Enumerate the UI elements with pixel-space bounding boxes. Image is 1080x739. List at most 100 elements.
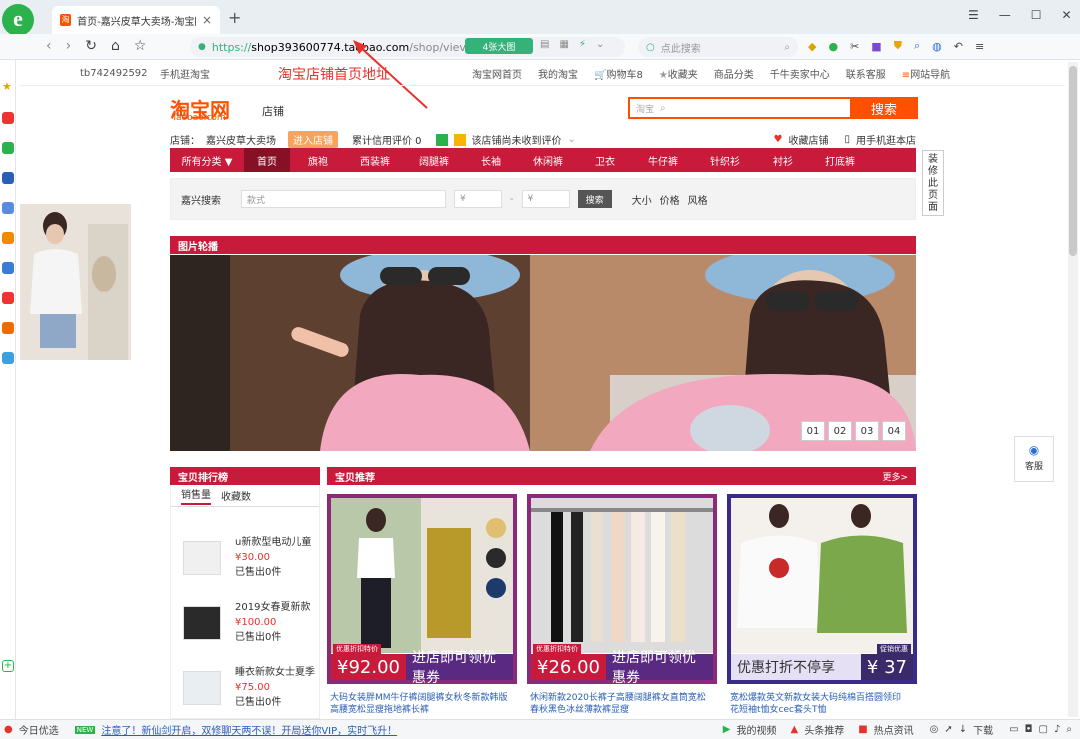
cat-leggings[interactable]: 打底裤 (810, 148, 870, 172)
sort-size[interactable]: 大小 (632, 192, 652, 207)
home-icon[interactable]: ⌂ (111, 38, 120, 54)
menu-icon[interactable]: ☰ (968, 8, 979, 22)
carousel-page-4[interactable]: 04 (882, 421, 906, 441)
nav-seller-link[interactable]: 千牛卖家中心 (770, 66, 830, 81)
banner-carousel[interactable]: 01 02 03 04 (170, 255, 916, 451)
cat-knitwear[interactable]: 针织衫 (694, 148, 756, 172)
price-max-input[interactable]: ¥ (521, 190, 570, 208)
shop-name[interactable]: 嘉兴皮草大卖场 (206, 132, 276, 147)
username-link[interactable]: tb742492592 (80, 68, 148, 79)
product-desc[interactable]: 休闲新款2020长裤子高腰阔腿裤女直筒宽松 春秋黑色冰丝薄款裤显瘦 (530, 692, 720, 716)
search-icon[interactable]: ⌕ (784, 42, 790, 53)
video-icon[interactable] (2, 292, 14, 304)
app-icon[interactable] (2, 322, 14, 334)
ranking-item[interactable]: u新款型电动儿童 ¥30.00 已售出0件 (183, 535, 311, 580)
scrollbar-thumb[interactable] (1069, 66, 1077, 256)
nav-cart-link[interactable]: 🛒购物车8 (594, 66, 643, 81)
daily-pick-link[interactable]: 今日优选 (19, 722, 59, 737)
scissors-icon[interactable]: ✂ (850, 40, 859, 53)
enter-shop-button[interactable]: 进入店铺 (288, 131, 338, 148)
nav-mytaobao-link[interactable]: 我的淘宝 (538, 66, 578, 81)
tool-icon[interactable] (2, 352, 14, 364)
browser-search-field[interactable]: ○ 点此搜索 ⌕ (638, 37, 798, 57)
cat-jeans[interactable]: 牛仔裤 (632, 148, 694, 172)
product-desc[interactable]: 大码女装胖MM牛仔裤阔腿裤女秋冬新款韩版 高腰宽松显瘦拖地裤长裤 (330, 692, 520, 716)
back-icon[interactable]: ‹ (46, 38, 52, 54)
product-card[interactable]: ¥92.00 进店即可领优惠券 优惠折扣特价 (327, 494, 517, 686)
grid-icon[interactable]: ▦ (559, 39, 568, 50)
search-scope[interactable]: 淘宝 (636, 102, 654, 115)
carousel-page-3[interactable]: 03 (855, 421, 879, 441)
ranking-item-name[interactable]: 2019女春夏新款 (235, 600, 310, 615)
tab-sales[interactable]: 销售量 (181, 486, 211, 505)
bolt-icon[interactable]: ⚡ (579, 39, 586, 50)
add-app-icon[interactable]: + (2, 660, 14, 672)
customer-service-button[interactable]: ◉ 客服 (1014, 436, 1054, 482)
extension-icon[interactable]: ◆ (808, 40, 816, 53)
cat-shirt[interactable]: 衬衫 (756, 148, 810, 172)
maximize-button[interactable]: ☐ (1031, 8, 1042, 22)
cat-wide-pants[interactable]: 阔腿裤 (404, 148, 464, 172)
cat-suit-pants[interactable]: 西装裤 (346, 148, 404, 172)
cat-long-sleeve[interactable]: 长袖 (464, 148, 518, 172)
sort-price[interactable]: 价格 (660, 192, 680, 207)
price-min-input[interactable]: ¥ (454, 190, 502, 208)
print-icon[interactable]: ▭ (1009, 724, 1018, 735)
download-link[interactable]: 下载 (973, 722, 993, 737)
hot-news-link[interactable]: 热点资讯 (874, 722, 914, 737)
product-desc[interactable]: 宽松爆款英文新款女装大码纯棉百搭圆领印 花短袖t恤女cec套头T恤 (730, 692, 920, 716)
shop-search-button[interactable]: 搜索 (850, 97, 918, 119)
camera-icon[interactable]: ◘ (1025, 724, 1033, 735)
ranking-item-name[interactable]: 睡衣新款女士夏季 (235, 665, 315, 680)
zoom-icon[interactable]: ⌕ (1066, 724, 1072, 735)
headline-link[interactable]: 头条推荐 (804, 722, 844, 737)
cat-home[interactable]: 首页 (244, 148, 290, 172)
image-badge-button[interactable]: 4张大图 (465, 38, 533, 54)
status-notice[interactable]: 注意了！新仙剑开启，双修聊天两不误！开局送你VIP，实时飞升！ (101, 722, 397, 737)
rocket-icon[interactable]: ➚ (944, 724, 952, 735)
forward-icon[interactable]: › (66, 38, 72, 54)
window-icon[interactable]: ▢ (1039, 724, 1048, 735)
carousel-page-1[interactable]: 01 (801, 421, 825, 441)
magnifier-icon[interactable]: ⌕ (914, 39, 920, 53)
my-video-link[interactable]: 我的视频 (737, 722, 777, 737)
ranking-item-name[interactable]: u新款型电动儿童 (235, 535, 311, 550)
sort-style[interactable]: 风格 (688, 192, 708, 207)
game-icon[interactable] (2, 262, 14, 274)
tab-favorites[interactable]: 收藏数 (221, 488, 251, 503)
extension-purple-icon[interactable]: ■ (871, 40, 881, 53)
news-icon[interactable] (2, 172, 14, 184)
product-thumbnail[interactable] (183, 605, 221, 640)
nav-home-link[interactable]: 淘宝网首页 (472, 66, 522, 81)
new-tab-button[interactable]: + (228, 8, 241, 27)
product-thumbnail[interactable] (183, 670, 221, 705)
close-tab-icon[interactable]: × (202, 13, 212, 27)
nav-sitemap-link[interactable]: ≡网站导航 (902, 66, 950, 81)
sound-icon[interactable]: ♪ (1054, 724, 1060, 735)
shop-icon[interactable] (2, 232, 14, 244)
minimize-button[interactable]: — (999, 8, 1011, 22)
favorite-shop-link[interactable]: 收藏店铺 (788, 132, 828, 147)
nav-category-link[interactable]: 商品分类 (714, 66, 754, 81)
ranking-item[interactable]: 睡衣新款女士夏季 ¥75.00 已售出0件 (183, 665, 315, 710)
more-link[interactable]: 更多> (882, 470, 916, 483)
chevron-down-icon[interactable]: ⌄ (596, 39, 604, 50)
floating-product-image[interactable] (20, 204, 131, 360)
keyword-input[interactable]: 款式 (241, 190, 446, 208)
chevron-down-icon[interactable]: ⌄ (568, 134, 576, 145)
undo-icon[interactable]: ↶ (954, 40, 963, 53)
browser-logo-icon[interactable]: e (2, 4, 34, 36)
globe-icon[interactable]: ◍ (932, 40, 942, 53)
product-card[interactable]: 优惠打折不停享 ¥ 37 促销优惠 (727, 494, 917, 684)
reload-icon[interactable]: ↻ (85, 38, 97, 54)
mobile-view-link[interactable]: 用手机逛本店 (856, 132, 916, 147)
settings-icon[interactable]: ◎ (930, 724, 939, 735)
browser-tab[interactable]: 淘 首页-嘉兴皮草大卖场-淘宝网 × (52, 6, 220, 34)
mail-icon[interactable] (2, 142, 14, 154)
reader-icon[interactable]: ▤ (540, 39, 549, 50)
ranking-item[interactable]: 2019女春夏新款 ¥100.00 已售出0件 (183, 600, 310, 645)
weibo-icon[interactable] (2, 112, 14, 124)
cat-qipao[interactable]: 旗袍 (290, 148, 346, 172)
mobile-taobao-link[interactable]: 手机逛淘宝 (160, 66, 210, 81)
filter-search-button[interactable]: 搜索 (577, 190, 612, 208)
